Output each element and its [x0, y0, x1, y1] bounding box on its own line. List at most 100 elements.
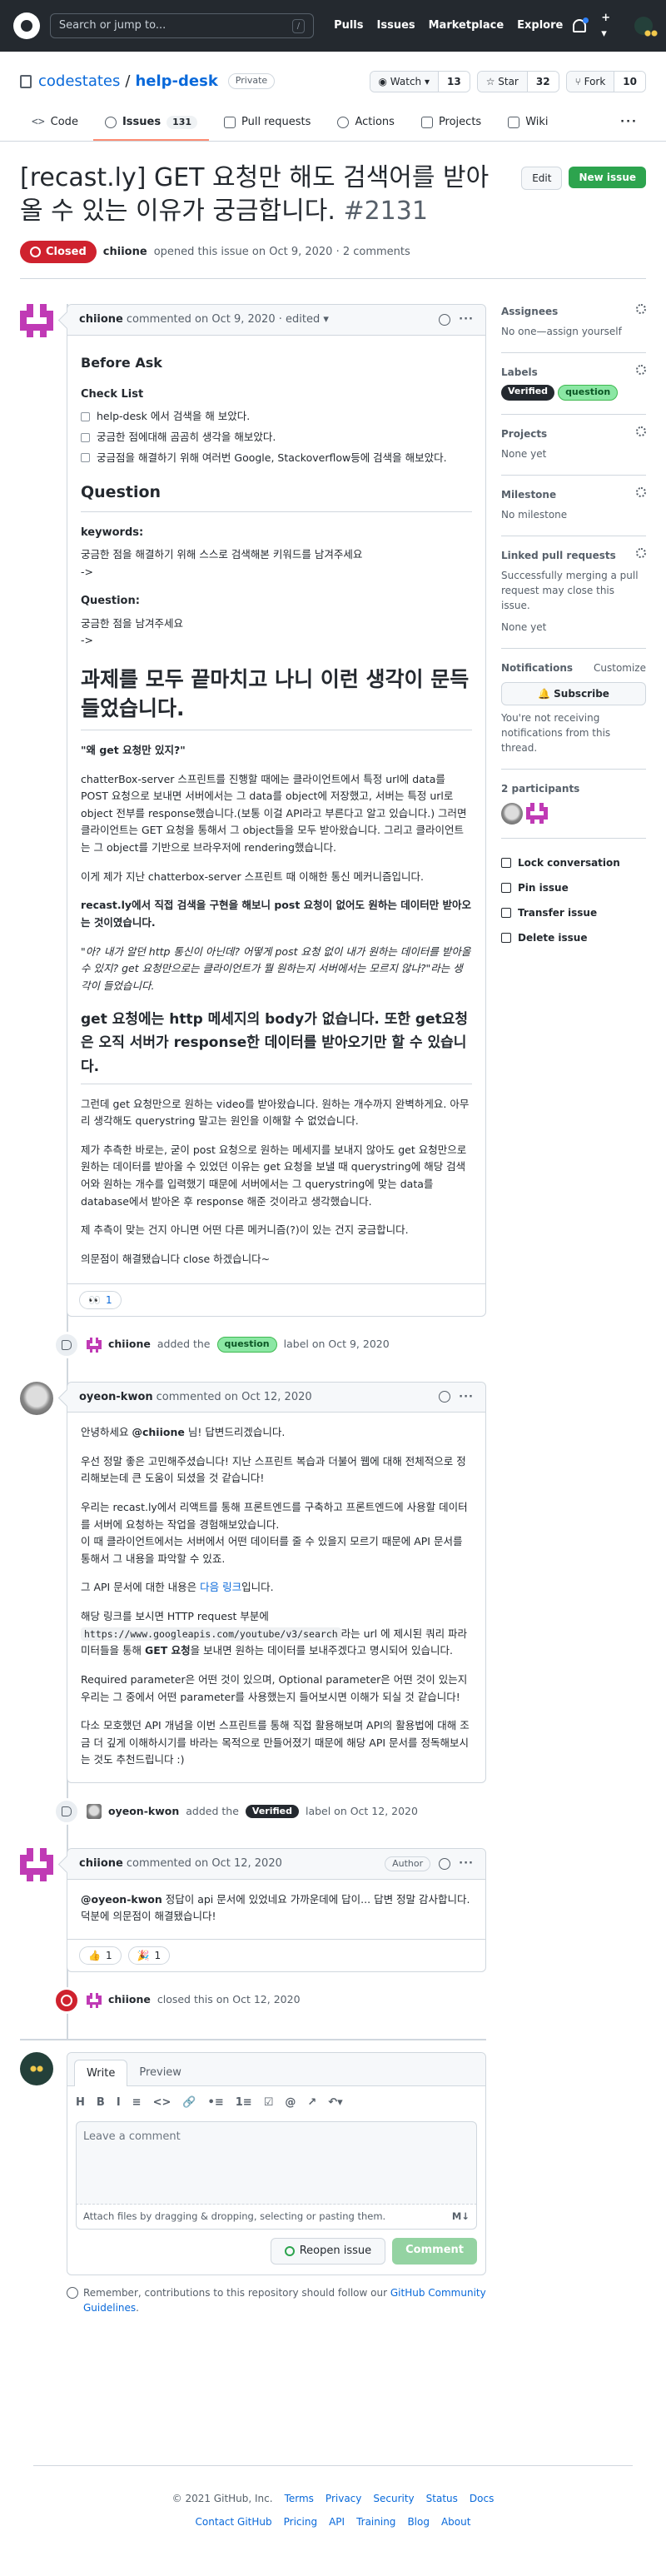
task-list-icon[interactable]: ☑ — [264, 2095, 274, 2111]
tab-actions[interactable]: Actions — [326, 106, 406, 141]
more-tabs-button[interactable]: ··· — [612, 106, 646, 141]
tab-projects[interactable]: Projects — [410, 106, 493, 141]
avatar[interactable] — [20, 304, 53, 337]
link-icon[interactable]: 🔗 — [182, 2095, 196, 2111]
comment-timestamp[interactable]: commented on Oct 9, 2020 · edited ▾ — [127, 311, 329, 328]
comment-textarea[interactable]: Leave a comment — [76, 2120, 477, 2205]
subscribe-button[interactable]: 🔔 Subscribe — [501, 681, 646, 705]
bullet-list-icon[interactable]: •≡ — [208, 2095, 224, 2111]
footer-link[interactable]: About — [441, 2514, 470, 2529]
assignees-value[interactable]: No one—assign yourself — [501, 324, 646, 339]
label-question[interactable]: question — [558, 385, 619, 401]
footer-link[interactable]: Pricing — [284, 2514, 317, 2529]
comment-menu-icon[interactable]: ··· — [459, 311, 474, 328]
gear-icon[interactable] — [636, 486, 646, 497]
delete-issue-button[interactable]: Delete issue — [501, 925, 646, 950]
user-avatar-menu[interactable] — [634, 17, 659, 40]
footer-link[interactable]: Status — [426, 2491, 458, 2506]
comment-author[interactable]: chiione — [79, 311, 123, 328]
comment-author[interactable]: oyeon-kwon — [79, 1389, 153, 1406]
heading-icon[interactable]: H — [76, 2095, 85, 2111]
comment-timestamp[interactable]: commented on Oct 12, 2020 — [157, 1389, 312, 1406]
footer-link[interactable]: Contact GitHub — [196, 2514, 272, 2529]
event-user[interactable]: oyeon-kwon — [108, 1804, 179, 1820]
lock-conversation-button[interactable]: Lock conversation — [501, 850, 646, 875]
notifications-bell-icon[interactable] — [573, 17, 589, 32]
gear-icon[interactable] — [636, 547, 646, 558]
attach-files-area[interactable]: Attach files by dragging & dropping, sel… — [76, 2204, 477, 2230]
event-user[interactable]: chiione — [108, 1992, 151, 2008]
avatar[interactable] — [87, 1337, 102, 1353]
transfer-issue-button[interactable]: Transfer issue — [501, 900, 646, 925]
tab-write[interactable]: Write — [74, 2059, 128, 2087]
code-icon[interactable]: <> — [153, 2095, 171, 2111]
footer-link[interactable]: Privacy — [326, 2491, 361, 2506]
add-reaction-icon[interactable] — [439, 313, 451, 326]
pin-issue-button[interactable]: Pin issue — [501, 875, 646, 900]
repo-owner-link[interactable]: codestates — [38, 70, 120, 92]
footer-link[interactable]: Training — [356, 2514, 395, 2529]
github-logo-icon[interactable] — [13, 12, 40, 39]
issue-author-link[interactable]: chiione — [103, 244, 147, 261]
avatar[interactable] — [20, 1381, 53, 1415]
tab-preview[interactable]: Preview — [127, 2060, 193, 2086]
participant-avatar[interactable] — [526, 802, 548, 825]
footer-link[interactable]: Docs — [470, 2491, 494, 2506]
mention-icon[interactable]: @ — [285, 2095, 296, 2111]
participant-avatar[interactable] — [501, 802, 523, 825]
tab-pull-requests[interactable]: Pull requests — [212, 106, 322, 141]
numbered-list-icon[interactable]: 1≡ — [236, 2095, 252, 2111]
edit-title-button[interactable]: Edit — [521, 166, 563, 190]
add-reaction-icon[interactable] — [439, 1857, 451, 1870]
comment-author[interactable]: chiione — [79, 1856, 123, 1872]
event-user[interactable]: chiione — [108, 1337, 151, 1353]
docs-link[interactable]: 다음 링크 — [200, 1581, 241, 1593]
italic-icon[interactable]: I — [117, 2095, 121, 2111]
reaction-thumbs-up[interactable]: 👍 1 — [79, 1946, 122, 1965]
tab-issues[interactable]: Issues 131 — [92, 106, 210, 141]
footer-link[interactable]: Blog — [407, 2514, 430, 2529]
gear-icon[interactable] — [636, 304, 646, 314]
avatar[interactable] — [87, 1804, 102, 1820]
nav-explore[interactable]: Explore — [517, 17, 563, 34]
repo-name-link[interactable]: help-desk — [135, 70, 217, 92]
nav-issues[interactable]: Issues — [377, 17, 415, 34]
label-verified[interactable]: Verified — [501, 385, 555, 401]
star-button[interactable]: ☆ Star 32 — [476, 70, 559, 92]
footer-link[interactable]: Security — [373, 2491, 414, 2506]
footer-link[interactable]: API — [329, 2514, 345, 2529]
comment-button[interactable]: Comment — [392, 2238, 477, 2265]
watch-button[interactable]: ◉ Watch ▾ 13 — [369, 70, 470, 92]
add-reaction-icon[interactable] — [439, 1391, 451, 1403]
customize-notifications-link[interactable]: Customize — [594, 660, 646, 675]
label-verified[interactable]: Verified — [245, 1804, 299, 1819]
reference-icon[interactable]: ↗ — [307, 2095, 316, 2111]
nav-marketplace[interactable]: Marketplace — [429, 17, 504, 34]
tab-code[interactable]: <> Code — [20, 106, 90, 141]
reaction-eyes[interactable]: 👀 1 — [79, 1290, 122, 1309]
avatar[interactable] — [20, 2051, 53, 2085]
quote-icon[interactable]: ≡ — [132, 2095, 142, 2111]
reply-icon[interactable]: ↶▾ — [328, 2095, 342, 2111]
comment-menu-icon[interactable]: ··· — [459, 1389, 474, 1406]
issue-number: #2131 — [343, 197, 428, 226]
mention-link[interactable]: @oyeon-kwon — [81, 1893, 162, 1906]
new-issue-button[interactable]: New issue — [569, 166, 646, 188]
search-input[interactable]: Search or jump to... / — [49, 13, 315, 38]
fork-button[interactable]: ⑂ Fork 10 — [565, 70, 646, 92]
label-question[interactable]: question — [216, 1337, 277, 1353]
reaction-hooray[interactable]: 🎉 1 — [127, 1946, 171, 1965]
bold-icon[interactable]: B — [97, 2095, 105, 2111]
avatar[interactable] — [20, 1848, 53, 1882]
gear-icon[interactable] — [636, 426, 646, 436]
tab-wiki[interactable]: Wiki — [496, 106, 559, 141]
avatar[interactable] — [87, 1992, 102, 2008]
nav-pulls[interactable]: Pulls — [334, 17, 363, 34]
reopen-issue-button[interactable]: Reopen issue — [270, 2238, 386, 2265]
comment-menu-icon[interactable]: ··· — [459, 1856, 474, 1872]
gear-icon[interactable] — [636, 365, 646, 375]
create-new-menu[interactable]: + ▾ — [601, 10, 619, 42]
mention-link[interactable]: @chiione — [132, 1426, 185, 1438]
footer-link[interactable]: Terms — [285, 2491, 314, 2506]
comment-timestamp[interactable]: commented on Oct 12, 2020 — [127, 1856, 282, 1872]
